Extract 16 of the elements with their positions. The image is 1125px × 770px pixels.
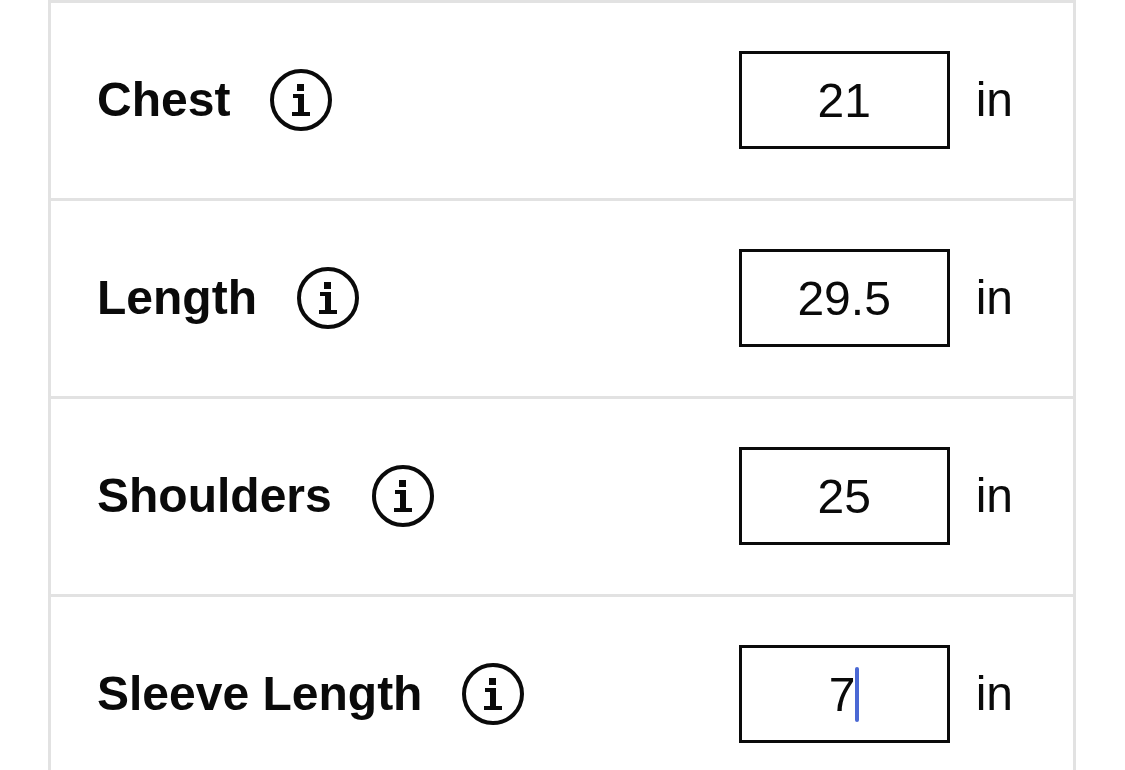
input-field[interactable]: 29.5 bbox=[738, 249, 950, 347]
info-icon[interactable] bbox=[371, 465, 434, 527]
input-field[interactable]: 21 bbox=[738, 51, 950, 149]
info-icon[interactable] bbox=[270, 69, 333, 131]
unit-label: in bbox=[975, 468, 1013, 524]
input-field[interactable]: 7 bbox=[738, 645, 950, 743]
field-label: Shoulders bbox=[97, 468, 332, 524]
unit-label: in bbox=[975, 666, 1013, 722]
unit-label: in bbox=[975, 270, 1013, 326]
field-label: Length bbox=[97, 270, 257, 326]
info-icon[interactable] bbox=[296, 267, 359, 329]
unit-label: in bbox=[975, 72, 1013, 128]
field-label: Sleeve Length bbox=[97, 666, 423, 722]
field-label: Chest bbox=[97, 72, 231, 128]
input-field[interactable]: 25 bbox=[738, 447, 950, 545]
info-icon[interactable] bbox=[462, 663, 525, 725]
